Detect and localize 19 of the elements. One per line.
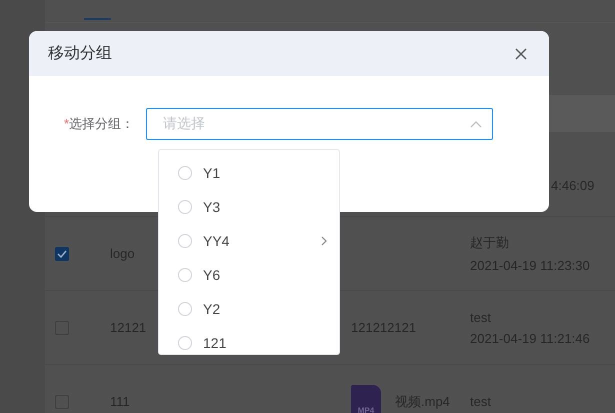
dropdown-option[interactable]: Y6 [159, 258, 339, 292]
radio-button[interactable] [178, 268, 192, 282]
dropdown-option[interactable]: Y2 [159, 292, 339, 326]
radio-button[interactable] [178, 200, 192, 214]
checkbox[interactable] [55, 246, 69, 260]
radio-button[interactable] [178, 302, 192, 316]
radio-button[interactable] [178, 234, 192, 248]
dropdown-option[interactable]: Y3 [159, 190, 339, 224]
radio-button[interactable] [178, 166, 192, 180]
field-label: *选择分组： [62, 115, 135, 133]
active-tab-indicator [84, 18, 111, 20]
dropdown-option[interactable]: 121 [159, 326, 339, 354]
dropdown-option[interactable]: Y1 [159, 156, 339, 190]
dropdown-option[interactable]: YY4 [159, 224, 339, 258]
close-icon[interactable] [515, 48, 527, 60]
radio-button[interactable] [178, 336, 192, 350]
caret-icon [470, 120, 482, 128]
video-file-icon: MP4 [351, 384, 381, 413]
dialog-title: 移动分组 [48, 44, 112, 64]
